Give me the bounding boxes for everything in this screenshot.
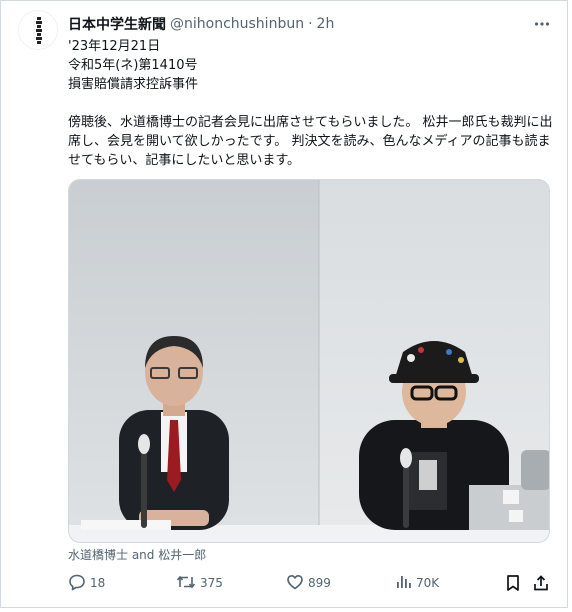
share-icon[interactable] bbox=[530, 572, 552, 594]
reply-icon bbox=[68, 573, 86, 594]
author-name[interactable]: 日本中学生新聞 bbox=[68, 14, 166, 34]
views-button[interactable]: 70K bbox=[394, 572, 439, 594]
like-button[interactable]: 899 bbox=[286, 572, 331, 594]
repost-icon bbox=[176, 573, 196, 594]
reply-button[interactable]: 18 bbox=[68, 572, 105, 594]
action-bar: 18 375 899 70K bbox=[68, 572, 552, 594]
heart-icon bbox=[286, 573, 304, 594]
bookmark-icon[interactable] bbox=[502, 572, 524, 594]
avatar[interactable] bbox=[18, 10, 58, 50]
media-caption: 水道橋博士 and 松井一郎 bbox=[68, 548, 207, 562]
author-handle[interactable]: @nihonchushinbun bbox=[170, 16, 304, 32]
post-time[interactable]: 2h bbox=[317, 16, 335, 32]
views-count: 70K bbox=[416, 576, 440, 590]
repost-button[interactable]: 375 bbox=[176, 572, 223, 594]
post-media-image[interactable] bbox=[68, 179, 550, 543]
repost-count: 375 bbox=[200, 576, 223, 590]
separator-dot: · bbox=[308, 16, 313, 32]
more-icon[interactable] bbox=[532, 14, 552, 34]
post-text: '23年12月21日 令和5年(ネ)第1410号 損害賠償請求控訴事件 傍聴後、… bbox=[68, 39, 553, 168]
reply-count: 18 bbox=[90, 576, 106, 590]
post-header: 日本中学生新聞 @nihonchushinbun · 2h bbox=[68, 14, 334, 34]
like-count: 899 bbox=[308, 576, 331, 590]
views-icon bbox=[394, 573, 412, 594]
